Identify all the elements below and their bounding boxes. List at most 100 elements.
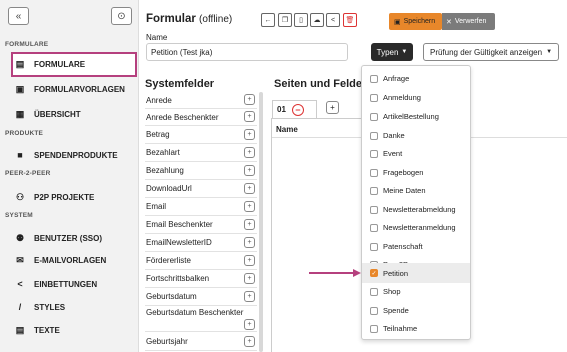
remove-page-button[interactable]: − (291, 103, 304, 116)
page-title: Formular (offline) (146, 13, 232, 25)
type-option-anfrage[interactable]: Anfrage (362, 69, 470, 88)
checkbox[interactable] (370, 74, 378, 83)
form-icon: ▤ (15, 58, 25, 69)
add-field-button[interactable]: + (244, 237, 255, 248)
checkbox[interactable] (370, 149, 378, 158)
sidebar-item-p2p-projekte[interactable]: ⚇ P2P PROJEKTE (14, 192, 94, 202)
sidebar-item-styles[interactable]: / STYLES (14, 302, 65, 312)
sidebar-item-label: ÜBERSICHT (34, 109, 81, 119)
add-field-button[interactable]: + (244, 165, 255, 176)
share-button[interactable]: < (326, 13, 340, 27)
types-dropdown-button[interactable]: Typen ▼ (371, 43, 413, 61)
sidebar-item-formularvorlagen[interactable]: ▣ FORMULARVORLAGEN (14, 84, 125, 94)
add-field-button[interactable]: + (244, 111, 255, 122)
add-field-button[interactable]: + (244, 129, 255, 140)
type-option-newsletteranmeldung[interactable]: Newsletteranmeldung (362, 218, 470, 237)
collapse-sidebar-button[interactable]: « (8, 7, 29, 25)
checkbox[interactable] (370, 186, 378, 195)
list-item: Anrede Beschenkter + (145, 109, 257, 126)
add-field-button[interactable]: + (244, 94, 255, 105)
checkbox-checked[interactable]: ✓ (370, 269, 378, 277)
sidebar-item-emailvorlagen[interactable]: ✉ E-MAILVORLAGEN (14, 255, 106, 265)
list-item: Geburtsdatum Beschenkter + (145, 306, 257, 332)
checkbox[interactable] (370, 242, 378, 251)
sidebar: « ⊙ FORMULARE ▤ FORMULARE ▣ FORMULARVORLAG… (0, 0, 139, 352)
type-option-danke[interactable]: Danke (362, 126, 470, 145)
delete-button[interactable]: 🗑 (343, 13, 357, 27)
checkbox[interactable] (370, 168, 378, 177)
sidebar-item-uebersicht[interactable]: ▦ ÜBERSICHT (14, 109, 81, 119)
annotation-arrow-icon (309, 269, 361, 277)
sidebar-section-system: SYSTEM (5, 212, 33, 219)
sidebar-item-texte[interactable]: ▤ TEXTE (14, 325, 60, 335)
field-name: Fördererliste (146, 256, 191, 265)
close-icon: ✕ (446, 18, 452, 26)
option-label: ArtikelBestellung (383, 112, 439, 121)
name-input[interactable]: Petition (Test jka) (146, 43, 348, 61)
type-option-fragebogen[interactable]: Fragebogen (362, 163, 470, 182)
checkbox[interactable] (370, 223, 378, 232)
sidebar-section-formulare: FORMULARE (5, 41, 49, 48)
list-item: Anrede + (145, 92, 257, 109)
validation-dropdown-button[interactable]: Prüfung der Gültigkeit anzeigen ▼ (423, 43, 559, 61)
type-option-anmeldung[interactable]: Anmeldung (362, 88, 470, 107)
sidebar-item-label: STYLES (34, 302, 66, 312)
checkbox[interactable] (370, 306, 378, 315)
add-field-button[interactable]: + (244, 147, 255, 158)
add-field-button[interactable]: + (244, 255, 255, 266)
add-page-button[interactable]: + (326, 101, 339, 114)
caret-down-icon: ▼ (401, 49, 408, 55)
copy-icon: ❐ (281, 17, 289, 24)
type-option-meine-daten[interactable]: Meine Daten (362, 181, 470, 200)
type-option-artikelbestellung[interactable]: ArtikelBestellung (362, 107, 470, 126)
checkbox[interactable] (370, 112, 378, 121)
system-fields-title: Systemfelder (145, 78, 215, 90)
add-field-button[interactable]: + (244, 273, 255, 284)
copy-button[interactable]: ❐ (278, 13, 292, 27)
option-label: Event (383, 149, 403, 158)
add-field-button[interactable]: + (244, 201, 255, 212)
sidebar-item-spendenprodukte[interactable]: ■ SPENDENPRODUKTE (14, 150, 117, 160)
sidebar-item-einbettungen[interactable]: < EINBETTUNGEN (14, 279, 97, 289)
sidebar-item-benutzer[interactable]: ⚉ BENUTZER (SSO) (14, 233, 102, 243)
type-option-patenschaft[interactable]: Patenschaft (362, 237, 470, 256)
gift-icon: ■ (17, 150, 23, 160)
minus-icon: − (295, 104, 301, 115)
plus-icon: + (330, 103, 335, 112)
add-field-button[interactable]: + (244, 336, 255, 347)
checkbox[interactable] (370, 131, 378, 140)
checkbox[interactable] (370, 287, 378, 296)
cloud-button[interactable]: ☁ (310, 13, 324, 27)
save-icon: ▣ (394, 18, 401, 26)
type-option-petition[interactable]: ✓ Petition (362, 263, 470, 283)
type-option-spende[interactable]: Spende (362, 301, 470, 320)
brush-icon: / (18, 302, 22, 312)
system-fields-scrollbar[interactable] (259, 92, 263, 352)
system-fields-list: Anrede + Anrede Beschenkter + Betrag + Beza… (145, 92, 257, 351)
type-option-teilnahme[interactable]: Teilnahme (362, 319, 470, 338)
add-field-button[interactable]: + (244, 183, 255, 194)
add-field-button[interactable]: + (244, 219, 255, 230)
type-option-event[interactable]: Event (362, 144, 470, 163)
checkbox[interactable] (370, 93, 378, 102)
tab-page-01[interactable]: 01 − (272, 100, 317, 118)
type-option-newsletterabmeldung[interactable]: Newsletterabmeldung (362, 200, 470, 219)
field-name: Geburtsdatum (146, 292, 197, 301)
type-option-shop[interactable]: Shop (362, 282, 470, 301)
checkbox[interactable] (370, 205, 378, 214)
discard-button[interactable]: ✕ Verwerfen (442, 13, 495, 30)
save-button[interactable]: ▣ Speichern (389, 13, 442, 30)
sidebar-item-formulare[interactable]: ▤ FORMULARE (14, 59, 85, 69)
back-button[interactable]: ← (261, 13, 275, 27)
document-button[interactable]: ▯ (294, 13, 308, 27)
add-field-button[interactable]: + (244, 291, 255, 302)
user-menu-button[interactable]: ⊙ (111, 7, 132, 25)
sidebar-item-label: P2P PROJEKTE (34, 192, 95, 202)
types-label: Typen (376, 47, 399, 57)
checkbox[interactable] (370, 324, 378, 333)
add-field-button[interactable]: + (244, 319, 255, 330)
list-item: Email + (145, 198, 257, 216)
document-icon: ▯ (299, 17, 303, 24)
field-name: Email Beschenkter (146, 220, 213, 229)
tab-label: 01 (277, 105, 286, 114)
